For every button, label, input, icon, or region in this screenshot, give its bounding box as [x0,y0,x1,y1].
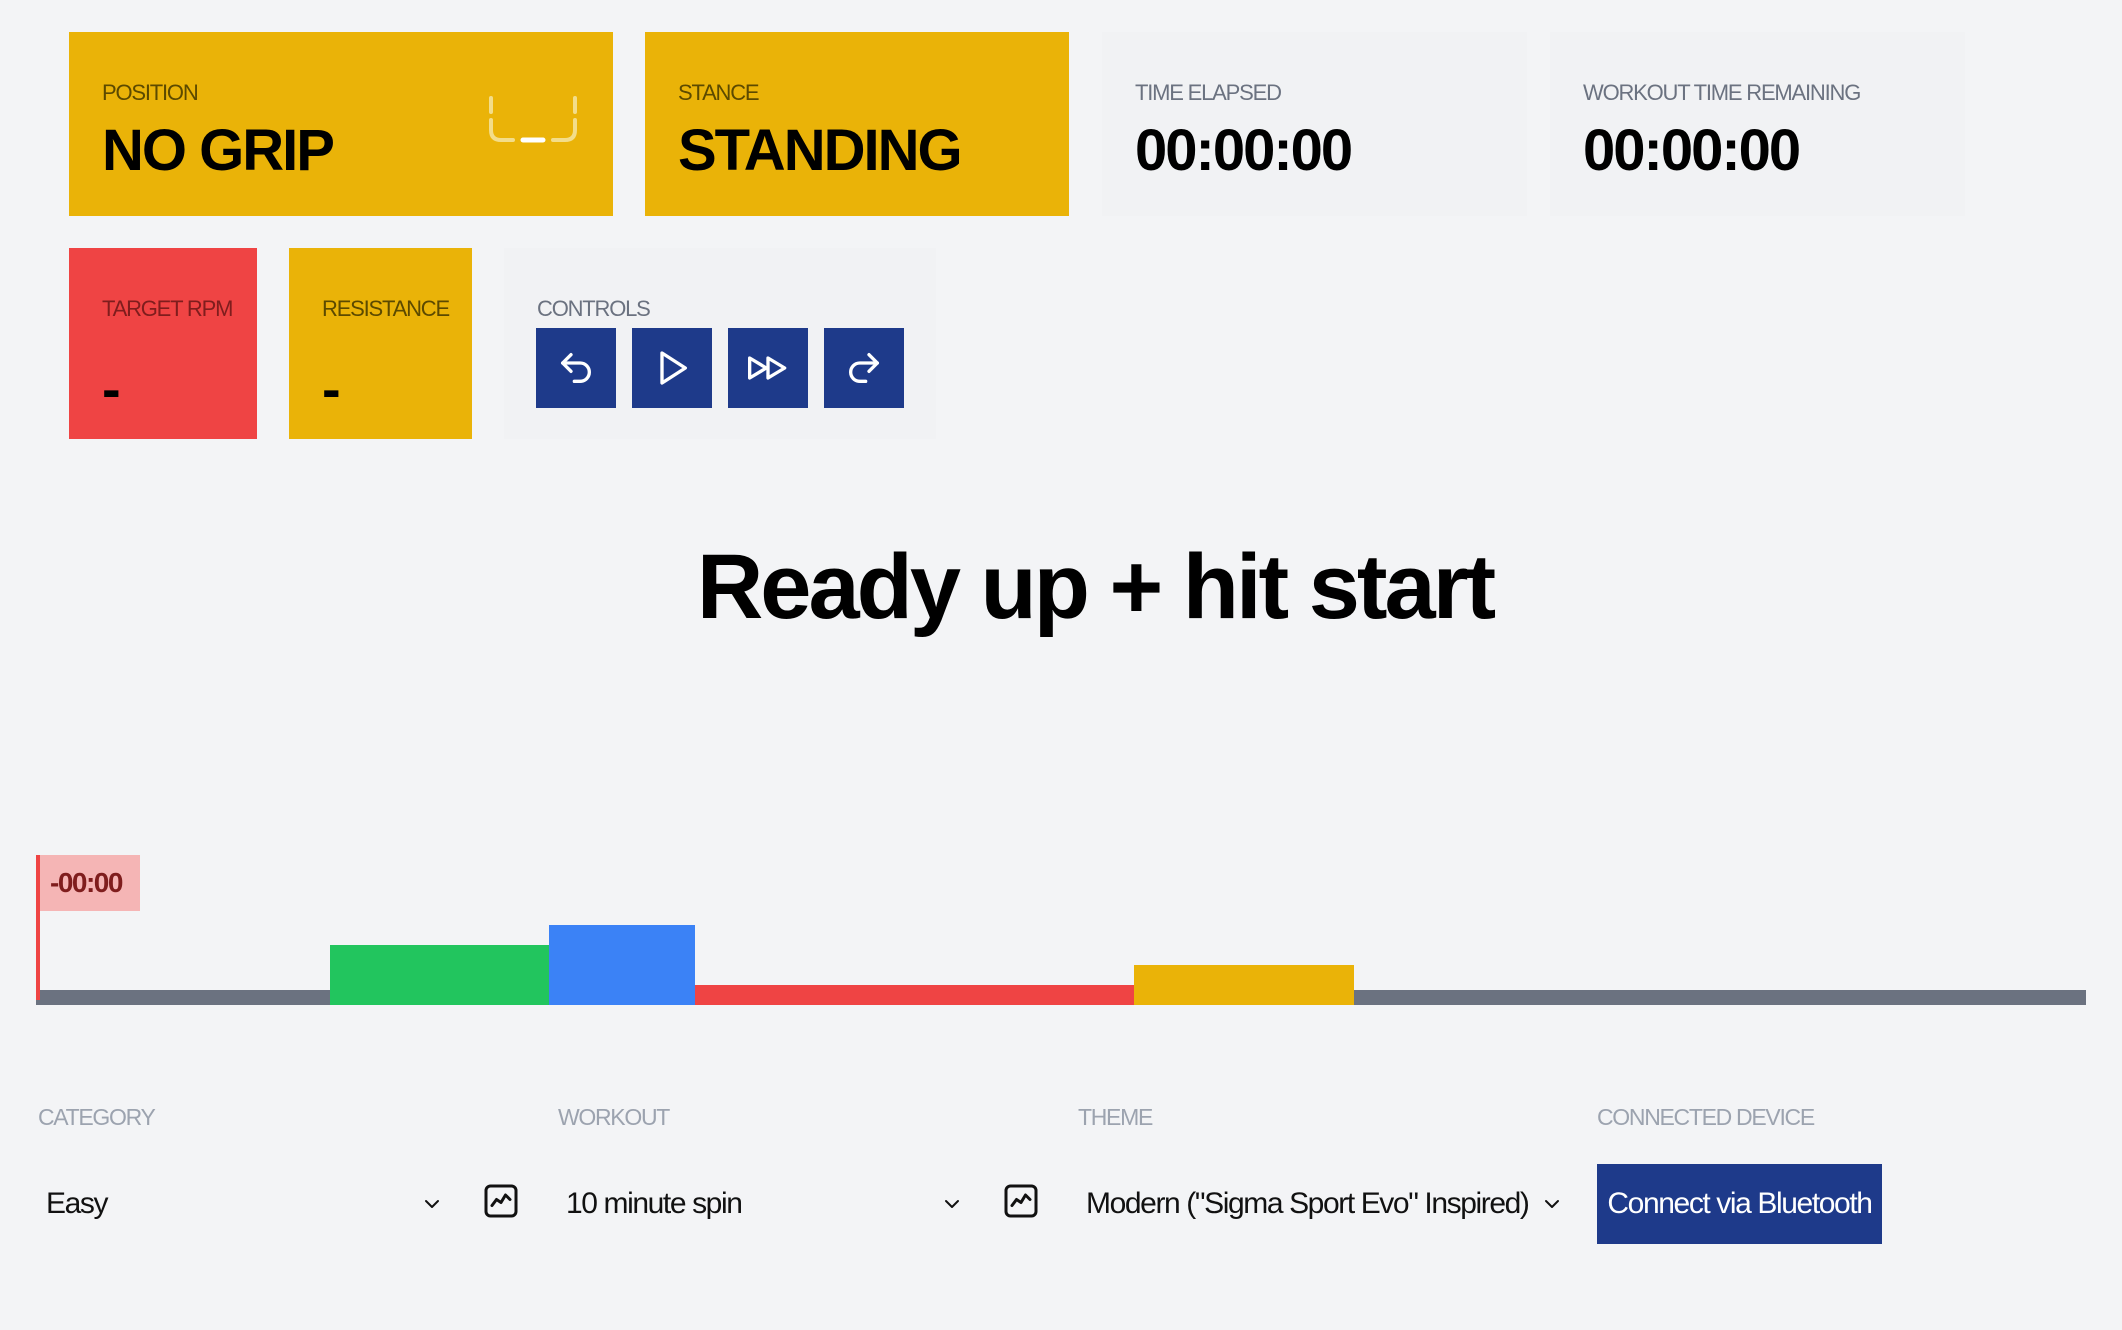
forward-icon [849,353,879,383]
theme-label: THEME [1078,1104,1153,1130]
resistance-label: RESISTANCE [322,296,450,321]
stance-card: STANCE STANDING [645,32,1069,216]
target-rpm-label: TARGET RPM [102,296,233,321]
workout-timeline: -00:00 [36,855,2086,1005]
controls-label: CONTROLS [537,296,651,321]
chart-icon[interactable] [1003,1183,1039,1219]
position-value: NO GRIP [102,118,335,183]
back-icon [561,353,591,383]
timeline-cursor-label: -00:00 [40,855,140,911]
workout-value: 10 minute spin [566,1187,743,1220]
stance-value: STANDING [678,118,963,183]
workout-label: WORKOUT [558,1104,670,1130]
time-elapsed-value: 00:00:00 [1135,118,1353,183]
chevron-down-icon [1545,1200,1559,1208]
controls-panel: CONTROLS [504,248,936,439]
timeline-segment [695,985,1134,1005]
time-elapsed-label: TIME ELAPSED [1135,80,1282,105]
position-label: POSITION [102,80,199,105]
timeline-segment [330,945,549,1005]
resistance-value: - [322,357,341,420]
fast-forward-icon [748,356,787,380]
ready-headline: Ready up + hit start [696,536,1496,638]
workout-remaining-card: WORKOUT TIME REMAINING 00:00:00 [1550,32,1965,216]
stance-label: STANCE [678,80,760,105]
time-elapsed-card: TIME ELAPSED 00:00:00 [1102,32,1527,216]
chevron-down-icon [945,1200,959,1208]
category-value: Easy [46,1187,109,1220]
workout-remaining-label: WORKOUT TIME REMAINING [1583,80,1861,105]
category-select[interactable]: Easy [38,1164,444,1244]
position-card: POSITION NO GRIP [69,32,613,216]
chart-icon[interactable] [483,1183,519,1219]
handlebar-grip-icon [489,96,577,143]
resistance-card: RESISTANCE - [289,248,472,439]
target-rpm-value: - [102,357,121,420]
theme-select[interactable]: Modern ("Sigma Sport Evo" Inspired) [1078,1164,1564,1244]
back-button[interactable] [536,328,616,408]
forward-button[interactable] [824,328,904,408]
fast-forward-button[interactable] [728,328,808,408]
play-icon [660,351,687,385]
connected-device-label: CONNECTED DEVICE [1597,1104,1815,1130]
timeline-segment [549,925,695,1005]
target-rpm-card: TARGET RPM - [69,248,257,439]
connect-bluetooth-button[interactable]: Connect via Bluetooth [1597,1164,1882,1244]
play-button[interactable] [632,328,712,408]
workout-remaining-value: 00:00:00 [1583,118,1801,183]
category-label: CATEGORY [38,1104,156,1130]
chevron-down-icon [425,1200,439,1208]
workout-select[interactable]: 10 minute spin [558,1164,964,1244]
timeline-segment [1134,965,1354,1005]
theme-value: Modern ("Sigma Sport Evo" Inspired) [1086,1187,1530,1220]
